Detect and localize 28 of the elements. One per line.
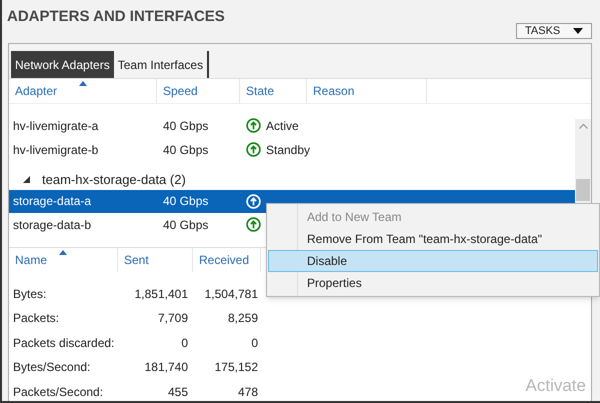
table-cell-text: 40 Gbps <box>162 118 210 134</box>
table-cell-text: Standby <box>266 142 310 158</box>
table-cell-text: storage-data-a <box>12 193 92 210</box>
stat-label: Bytes: <box>12 286 48 303</box>
table-cell-text: 478 <box>236 384 258 401</box>
table-cell-text: 455 <box>166 384 188 401</box>
table-cell-text: 0 <box>180 334 188 352</box>
stat-label: Bytes/Second: <box>12 359 92 376</box>
table-cell-text: 40 Gbps <box>162 142 210 158</box>
table-cell-text: 181,740 <box>144 359 188 376</box>
table-cell-text: 0 <box>250 334 258 352</box>
table-cell-text: hv-livemigrate-a <box>12 118 100 134</box>
stat-label: Packets/Second: <box>12 384 104 401</box>
group-label: team-hx-storage-data (2) <box>42 170 186 189</box>
stat-label: Packets discarded: <box>12 334 116 352</box>
table-cell-text: 1,851,401 <box>134 286 188 303</box>
table-cell-text: 40 Gbps <box>162 216 210 234</box>
table-cell-text: 7,709 <box>156 310 188 328</box>
table-cell-text: Active <box>266 118 299 134</box>
table-cell-text: 40 Gbps <box>162 193 210 210</box>
table-cell-text: 1,504,781 <box>204 286 258 303</box>
activation-notice: Activate <box>526 374 586 396</box>
table-cell-text: 8,259 <box>226 310 258 328</box>
section-title: ADAPTERS AND INTERFACES <box>7 7 225 27</box>
table-cell-text: hv-livemigrate-b <box>12 142 100 158</box>
stat-label: Packets: <box>12 310 60 328</box>
table-cell-text: storage-data-b <box>12 216 92 234</box>
table-cell-text: 175,152 <box>214 359 258 376</box>
